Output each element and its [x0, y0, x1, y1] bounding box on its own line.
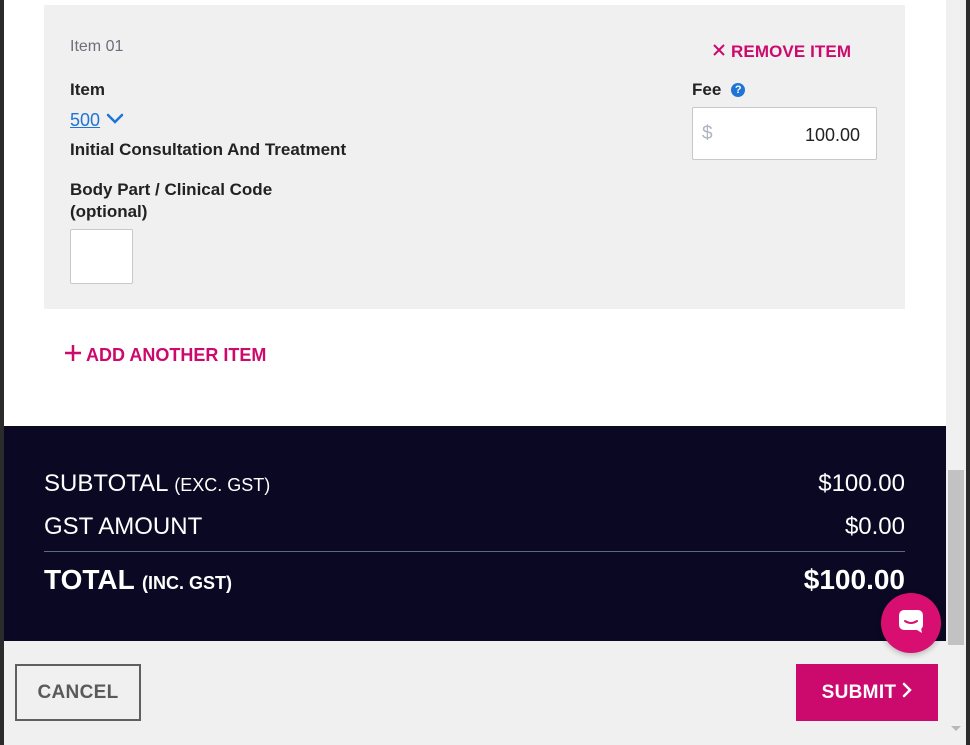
item-code-selector[interactable]: 500: [70, 110, 124, 131]
item-heading: Item 01: [70, 38, 124, 55]
plus-icon: [64, 344, 82, 367]
body-part-label: Body Part / Clinical Code (optional): [70, 180, 273, 221]
vertical-scrollbar[interactable]: [946, 0, 966, 745]
item-card: Item 01 REMOVE ITEM Item 500 Initial Con…: [44, 5, 905, 309]
total-value: $100.00: [803, 564, 905, 595]
subtotal-value: $100.00: [818, 470, 905, 497]
chevron-right-icon: [902, 682, 913, 704]
fee-label-row: Fee ?: [692, 80, 746, 100]
gst-label: GST AMOUNT: [44, 513, 203, 540]
chat-launcher-button[interactable]: [881, 593, 941, 653]
body-part-input[interactable]: [70, 229, 133, 284]
item-code-link[interactable]: 500: [70, 110, 100, 131]
form-footer: CANCEL SUBMIT: [4, 641, 946, 745]
fee-input[interactable]: $ 100.00: [692, 107, 877, 160]
claim-form-panel: Item 01 REMOVE ITEM Item 500 Initial Con…: [4, 0, 946, 745]
chevron-down-icon[interactable]: [106, 112, 124, 130]
remove-item-label: REMOVE ITEM: [731, 42, 852, 61]
add-another-item-button[interactable]: ADD ANOTHER ITEM: [64, 344, 266, 367]
fee-value[interactable]: 100.00: [805, 125, 860, 146]
fee-currency-symbol: $: [702, 123, 713, 144]
scroll-down-arrow-icon[interactable]: [951, 726, 961, 731]
chat-icon: [897, 608, 925, 639]
add-another-item-label: ADD ANOTHER ITEM: [86, 345, 267, 365]
item-description: Initial Consultation And Treatment: [70, 140, 347, 159]
remove-item-button[interactable]: REMOVE ITEM: [712, 42, 851, 62]
total-qualifier: (INC. GST): [142, 573, 233, 593]
item-field-label: Item: [70, 80, 105, 99]
totals-divider: [44, 551, 905, 552]
submit-label: SUBMIT: [821, 681, 897, 703]
subtotal-label: SUBTOTAL (EXC. GST): [44, 470, 271, 497]
submit-button[interactable]: SUBMIT: [796, 664, 938, 721]
total-label: TOTAL (INC. GST): [44, 564, 233, 595]
window-edge: [966, 0, 970, 745]
gst-value: $0.00: [844, 513, 905, 540]
help-icon[interactable]: ?: [731, 83, 746, 97]
scrollbar-thumb[interactable]: [948, 470, 964, 645]
cancel-button[interactable]: CANCEL: [15, 664, 141, 721]
fee-label: Fee: [692, 80, 722, 99]
close-icon: [712, 42, 726, 62]
totals-panel: SUBTOTAL (EXC. GST) $100.00 GST AMOUNT $…: [4, 426, 946, 641]
subtotal-qualifier: (EXC. GST): [174, 475, 271, 495]
